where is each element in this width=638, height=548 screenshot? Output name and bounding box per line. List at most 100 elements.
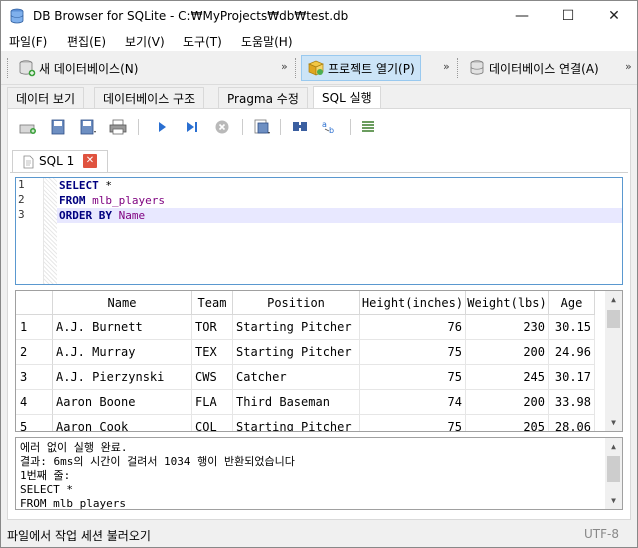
row-number[interactable]: 4 [16,390,53,415]
toolbar-overflow-chevron[interactable]: » [443,60,450,73]
save-results-icon[interactable] [252,118,272,136]
execute-line-icon[interactable] [182,118,202,136]
maximize-button[interactable]: ☐ [545,1,591,31]
message-pane[interactable]: 에러 없이 실행 완료. 결과: 6ms의 시간이 걸려서 1034 행이 반환되… [15,437,623,510]
line-number: 3 [18,208,25,221]
stop-execution-icon[interactable] [212,118,232,136]
table-cell[interactable]: 75 [360,415,466,431]
table-cell[interactable]: CWS [192,365,233,390]
menu-bar: 파일(F) 편집(E) 보기(V) 도구(T) 도움말(H) [1,31,637,51]
sql-token: * [105,179,112,192]
message-line: 에러 없이 실행 완료. [20,441,128,454]
scroll-thumb[interactable] [607,456,620,482]
table-cell[interactable]: 74 [360,390,466,415]
row-number[interactable]: 2 [16,340,53,365]
execute-sql-panel: a b SQL 1 ✕ SELECT *FROM mlb_playersOR [7,108,631,520]
column-header[interactable]: Height(inches) [360,291,466,315]
print-icon[interactable] [108,118,128,136]
table-cell[interactable]: Starting Pitcher [233,315,360,340]
table-cell[interactable]: 30.15 [549,315,595,340]
column-header[interactable]: Weight(lbs) [466,291,549,315]
table-cell[interactable]: Starting Pitcher [233,415,360,431]
table-cell[interactable]: 76 [360,315,466,340]
results-grid[interactable]: Name Team Position Height(inches) Weight(lbs… [15,290,623,432]
table-cell[interactable]: TEX [192,340,233,365]
tab-edit-pragmas[interactable]: Pragma 수정 [218,87,308,108]
table-cell[interactable]: 33.98 [549,390,595,415]
close-tab-icon[interactable]: ✕ [83,154,97,168]
minimize-icon: — [515,8,529,24]
table-cell[interactable]: 205 [466,415,549,431]
table-cell[interactable]: Starting Pitcher [233,340,360,365]
scroll-thumb[interactable] [607,310,620,328]
scroll-up-arrow-icon[interactable]: ▲ [605,438,622,455]
open-tab-icon[interactable] [18,118,38,136]
table-cell[interactable]: Catcher [233,365,360,390]
table-cell[interactable]: A.J. Murray [53,340,192,365]
toolbar-grip[interactable] [295,58,298,78]
table-cell[interactable]: Aaron Boone [53,390,192,415]
attach-database-button[interactable]: 데이터베이스 연결(A) [463,55,604,81]
open-sql-file-icon[interactable] [48,118,68,136]
toolbar-overflow-chevron[interactable]: » [625,60,632,73]
execute-all-icon[interactable] [152,118,172,136]
find-icon[interactable] [290,118,310,136]
table-cell[interactable]: Aaron Cook [53,415,192,431]
app-icon [10,8,24,24]
table-cell[interactable]: 200 [466,390,549,415]
status-bar: 파일에서 작업 세션 불러오기 UTF-8 [1,522,637,547]
sql-editor-tab[interactable]: SQL 1 ✕ [12,150,108,172]
menu-file[interactable]: 파일(F) [9,33,47,50]
row-number[interactable]: 1 [16,315,53,340]
table-cell[interactable]: 75 [360,340,466,365]
scroll-down-arrow-icon[interactable]: ▼ [605,492,622,509]
menu-tools[interactable]: 도구(T) [183,33,222,50]
tab-database-structure[interactable]: 데이터베이스 구조 [94,87,205,108]
table-cell[interactable]: 200 [466,340,549,365]
maximize-icon: ☐ [561,8,575,24]
scroll-up-arrow-icon[interactable]: ▲ [605,291,622,308]
row-number[interactable]: 3 [16,365,53,390]
comment-lines-icon[interactable] [358,118,378,136]
toolbar-overflow-chevron[interactable]: » [281,60,288,73]
table-cell[interactable]: 75 [360,365,466,390]
table-cell[interactable]: TOR [192,315,233,340]
table-cell[interactable]: FLA [192,390,233,415]
new-database-label: 새 데이터베이스(N) [39,61,139,76]
menu-help[interactable]: 도움말(H) [241,33,293,50]
table-cell[interactable]: 245 [466,365,549,390]
sql-editor[interactable]: SELECT * FROM mlb_players ORDER BY Name 12… [15,177,623,285]
menu-edit[interactable]: 편집(E) [67,33,106,50]
toolbar-separator [242,119,243,135]
table-cell[interactable]: Third Baseman [233,390,360,415]
table-cell[interactable]: A.J. Pierzynski [53,365,192,390]
column-header[interactable]: Age [549,291,595,315]
toolbar-grip[interactable] [457,58,460,78]
line-number: 2 [18,193,25,206]
new-database-button[interactable]: 새 데이터베이스(N) [13,55,143,81]
column-header[interactable]: Position [233,291,360,315]
sql-document-icon [23,155,34,169]
tab-browse-data[interactable]: 데이터 보기 [7,87,85,108]
table-cell[interactable]: 28.06 [549,415,595,431]
save-sql-file-icon[interactable] [78,118,98,136]
close-button[interactable]: ✕ [591,1,637,31]
toolbar-grip[interactable] [7,58,10,78]
menu-view[interactable]: 보기(V) [125,33,165,50]
table-cell[interactable]: 30.17 [549,365,595,390]
tab-execute-sql[interactable]: SQL 실행 [313,86,381,108]
message-vertical-scrollbar[interactable]: ▲ ▼ [605,438,622,509]
open-project-button[interactable]: 프로젝트 열기(P) [301,55,421,81]
grid-corner[interactable] [16,291,53,315]
table-cell[interactable]: 230 [466,315,549,340]
table-cell[interactable]: A.J. Burnett [53,315,192,340]
find-replace-icon[interactable]: a b [320,118,340,136]
column-header[interactable]: Name [53,291,192,315]
table-cell[interactable]: 24.96 [549,340,595,365]
table-cell[interactable]: COL [192,415,233,431]
results-vertical-scrollbar[interactable]: ▲ ▼ [605,291,622,431]
row-number[interactable]: 5 [16,415,53,431]
minimize-button[interactable]: — [499,1,545,31]
scroll-down-arrow-icon[interactable]: ▼ [605,414,622,431]
column-header[interactable]: Team [192,291,233,315]
